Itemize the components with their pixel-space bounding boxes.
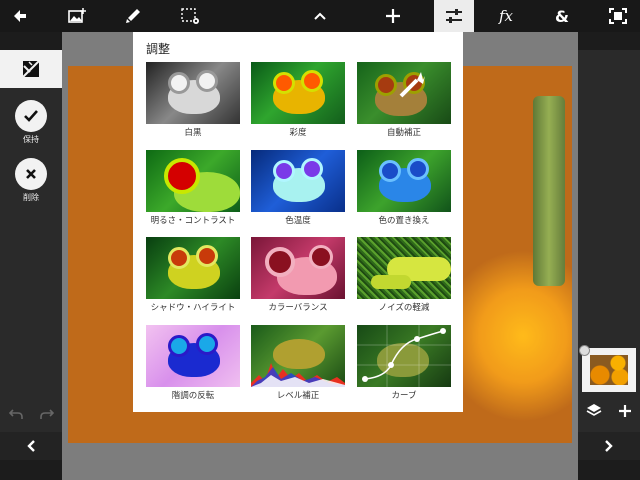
preview-balance — [251, 237, 345, 299]
undo-redo-row — [0, 404, 62, 428]
preview-noise — [357, 237, 451, 299]
brush-icon[interactable] — [113, 0, 153, 32]
adjust-item-temperature[interactable]: 色温度 — [251, 150, 345, 226]
adjust-item-bw[interactable]: 白黒 — [146, 62, 240, 138]
layers-icon[interactable] — [586, 402, 602, 422]
layer-thumbnail[interactable] — [579, 345, 636, 392]
magic-wand-icon — [399, 72, 425, 98]
preview-invert — [146, 325, 240, 387]
preview-curves — [357, 325, 451, 387]
adjust-item-shadow[interactable]: シャドウ・ハイライト — [146, 237, 240, 313]
preview-auto — [357, 62, 451, 124]
adjust-item-label: 明るさ・コントラスト — [150, 216, 236, 226]
layer-visibility-dot[interactable] — [579, 345, 590, 356]
adjust-item-brightness[interactable]: 明るさ・コントラスト — [146, 150, 240, 226]
keep-label: 保持 — [23, 135, 39, 144]
adjust-item-saturation[interactable]: 彩度 — [251, 62, 345, 138]
preview-shadow — [146, 237, 240, 299]
prev-button[interactable] — [0, 432, 62, 460]
adjust-item-label: 色の置き換え — [378, 216, 430, 226]
layer-controls — [578, 398, 640, 426]
adjustment-tool-icon — [0, 50, 62, 88]
adjust-item-label: ノイズの軽減 — [378, 303, 430, 313]
adjust-item-replace[interactable]: 色の置き換え — [357, 150, 451, 226]
adjust-item-curves[interactable]: カーブ — [357, 325, 451, 401]
preview-temperature — [251, 150, 345, 212]
preview-replace — [357, 150, 451, 212]
ampersand-icon[interactable]: & — [542, 0, 582, 32]
adjust-item-label: レベル補正 — [276, 391, 320, 401]
chevron-right-icon — [605, 440, 613, 452]
delete-label: 削除 — [23, 193, 39, 202]
next-button[interactable] — [578, 432, 640, 460]
right-panel — [578, 50, 640, 460]
adjust-item-label: シャドウ・ハイライト — [150, 303, 236, 313]
undo-icon[interactable] — [8, 407, 24, 425]
adjust-item-invert[interactable]: 階調の反転 — [146, 325, 240, 401]
redo-icon[interactable] — [39, 407, 55, 425]
adjust-item-label: 白黒 — [184, 128, 202, 138]
adjust-item-label: 階調の反転 — [171, 391, 215, 401]
left-panel: 保持 削除 — [0, 50, 62, 460]
chevron-up-icon[interactable] — [300, 0, 340, 32]
preview-saturation — [251, 62, 345, 124]
chevron-left-icon — [27, 440, 35, 452]
add-layer-icon[interactable] — [618, 403, 632, 422]
top-toolbar: fx & — [0, 0, 640, 32]
adjust-item-balance[interactable]: カラーバランス — [251, 237, 345, 313]
adjust-item-label: 彩度 — [289, 128, 307, 138]
add-image-icon[interactable] — [57, 0, 97, 32]
curve-graph-icon — [357, 325, 451, 387]
selection-settings-icon[interactable] — [170, 0, 210, 32]
preview-brightness — [146, 150, 240, 212]
preview-bw — [146, 62, 240, 124]
layer-thumbnail-image — [590, 355, 628, 385]
adjustments-sliders-icon[interactable] — [434, 0, 474, 32]
adjustments-popup: 調整 白黒 彩度 自動補正 明るさ・コントラスト 色温度 色の置き換え シャドウ… — [133, 32, 463, 412]
adjust-item-label: カラーバランス — [268, 303, 328, 313]
adjust-item-label: 色温度 — [285, 216, 311, 226]
adjust-item-label: カーブ — [391, 391, 417, 401]
keep-button[interactable] — [15, 100, 47, 132]
histogram-icon — [251, 363, 345, 387]
back-arrow-icon[interactable] — [0, 0, 40, 32]
popup-title: 調整 — [146, 42, 171, 56]
adjust-item-label: 自動補正 — [386, 128, 421, 138]
adjust-item-noise[interactable]: ノイズの軽減 — [357, 237, 451, 313]
adjust-item-levels[interactable]: レベル補正 — [251, 325, 345, 401]
preview-levels — [251, 325, 345, 387]
adjust-item-auto[interactable]: 自動補正 — [357, 62, 451, 138]
move-icon[interactable] — [373, 0, 413, 32]
fx-icon[interactable]: fx — [486, 0, 526, 32]
fullscreen-icon[interactable] — [598, 0, 638, 32]
delete-button[interactable] — [15, 158, 47, 190]
